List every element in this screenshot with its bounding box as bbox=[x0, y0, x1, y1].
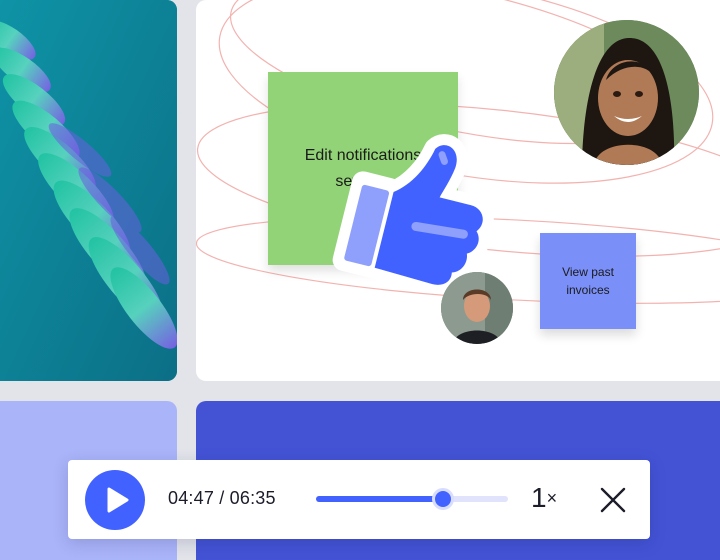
total-duration: 06:35 bbox=[229, 488, 276, 508]
close-button[interactable] bbox=[600, 487, 626, 513]
play-icon bbox=[107, 487, 129, 513]
time-readout: 04:47 / 06:35 bbox=[168, 488, 276, 509]
progress-fill bbox=[316, 496, 443, 502]
progress-handle[interactable] bbox=[431, 488, 454, 510]
video-player-controls: 04:47 / 06:35 1× bbox=[68, 460, 650, 539]
speed-value: 1 bbox=[531, 482, 547, 513]
sticky-note-purple-text: View past invoices bbox=[562, 265, 614, 297]
progress-slider[interactable] bbox=[316, 488, 508, 510]
avatar-man bbox=[441, 272, 513, 344]
close-icon bbox=[600, 487, 626, 513]
playback-speed-button[interactable]: 1× bbox=[531, 482, 557, 514]
abstract-wave-art bbox=[0, 0, 177, 381]
avatar-woman bbox=[554, 20, 699, 165]
play-button[interactable] bbox=[85, 470, 145, 530]
sticky-note-purple[interactable]: View past invoices bbox=[540, 233, 636, 329]
thumbs-up-icon bbox=[328, 125, 496, 296]
time-separator: / bbox=[214, 488, 230, 508]
elapsed-time: 04:47 bbox=[168, 488, 215, 508]
speed-suffix: × bbox=[546, 488, 558, 508]
abstract-art-tile bbox=[0, 0, 177, 381]
